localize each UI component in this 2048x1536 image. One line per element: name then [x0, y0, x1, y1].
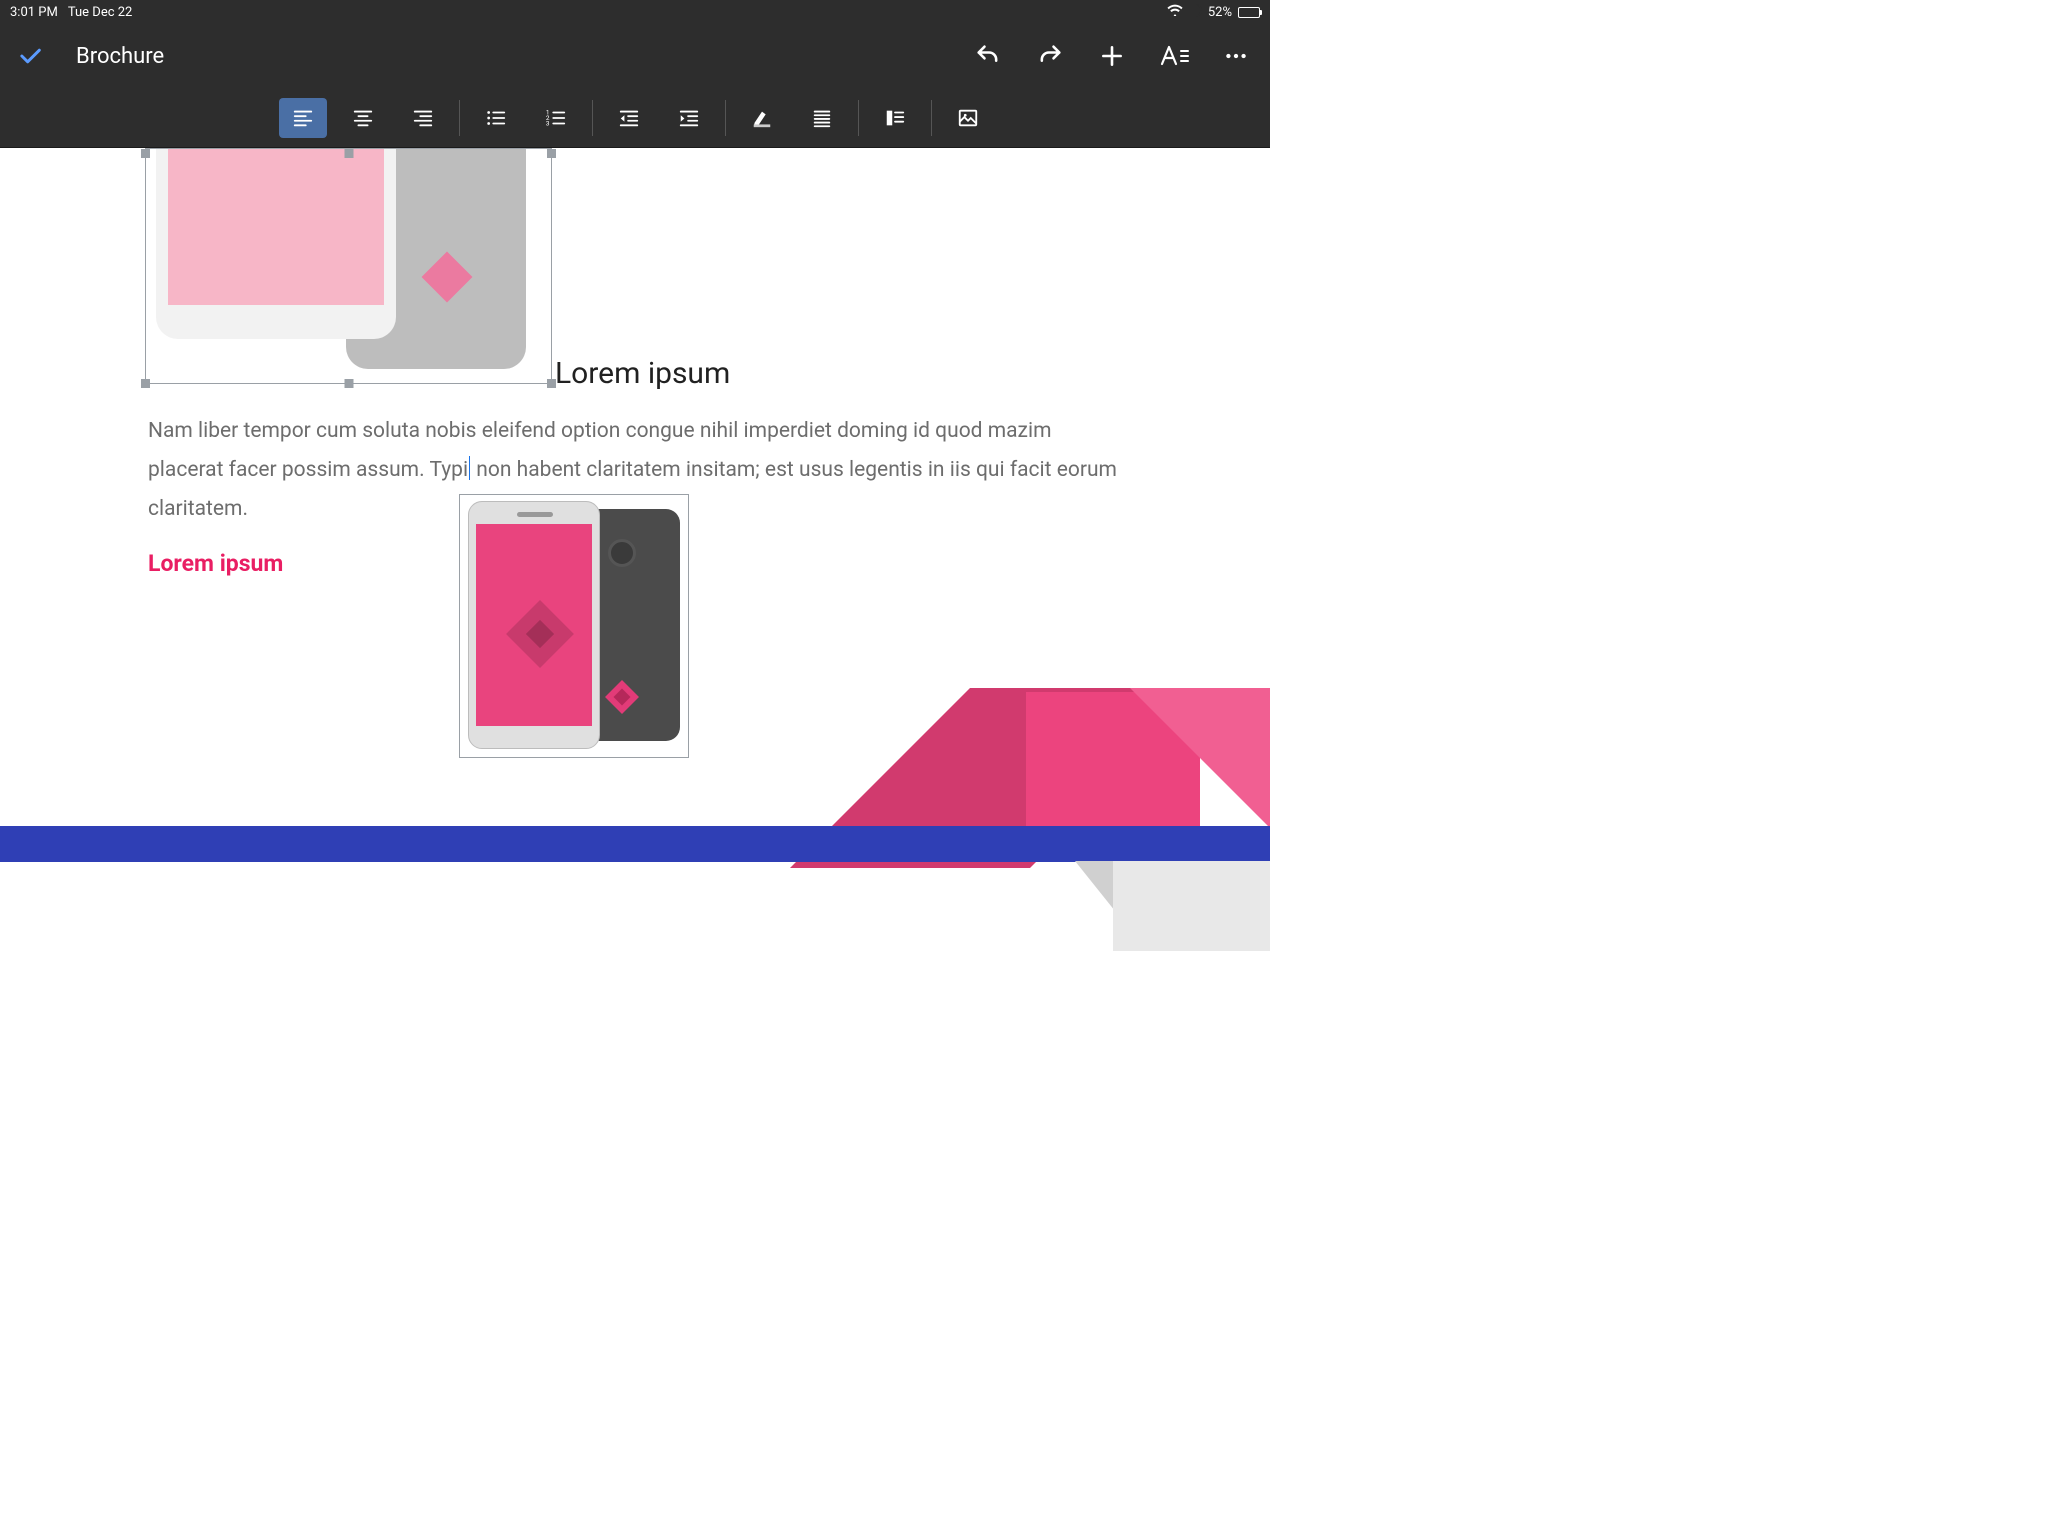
- subheading-text[interactable]: Lorem ipsum: [148, 550, 283, 577]
- more-button[interactable]: [1220, 40, 1252, 72]
- line-spacing-button[interactable]: [798, 98, 846, 138]
- text-format-button[interactable]: [1158, 40, 1190, 72]
- toolbar-separator: [725, 100, 726, 136]
- text-direction-button[interactable]: [871, 98, 919, 138]
- wifi-icon: [1167, 4, 1183, 20]
- format-toolbar: 123: [0, 88, 1270, 148]
- resize-handle[interactable]: [547, 149, 556, 158]
- status-bar: 3:01 PM Tue Dec 22 52%: [0, 0, 1270, 24]
- app-header: Brochure: [0, 24, 1270, 88]
- numbered-list-button[interactable]: 123: [532, 98, 580, 138]
- resize-handle[interactable]: [344, 379, 353, 388]
- undo-button[interactable]: [972, 40, 1004, 72]
- toolbar-separator: [592, 100, 593, 136]
- toolbar-separator: [858, 100, 859, 136]
- toolbar-separator: [931, 100, 932, 136]
- decrease-indent-button[interactable]: [605, 98, 653, 138]
- bullet-list-button[interactable]: [472, 98, 520, 138]
- align-right-button[interactable]: [399, 98, 447, 138]
- done-button[interactable]: [14, 40, 46, 72]
- align-center-button[interactable]: [339, 98, 387, 138]
- insert-button[interactable]: [1096, 40, 1128, 72]
- redo-button[interactable]: [1034, 40, 1066, 72]
- resize-handle[interactable]: [141, 379, 150, 388]
- selected-image[interactable]: [145, 148, 552, 384]
- battery-icon: [1238, 7, 1260, 18]
- battery-pct: 52%: [1208, 5, 1232, 20]
- insert-image-button[interactable]: [944, 98, 992, 138]
- document-canvas[interactable]: Lorem ipsum Nam liber tempor cum soluta …: [0, 148, 1270, 952]
- phone-front-icon: [468, 501, 600, 749]
- resize-handle[interactable]: [344, 149, 353, 158]
- resize-handle[interactable]: [141, 149, 150, 158]
- svg-text:3: 3: [545, 119, 549, 127]
- heading-text[interactable]: Lorem ipsum: [555, 356, 730, 391]
- document-title[interactable]: Brochure: [76, 44, 164, 69]
- phone-camera-icon: [608, 539, 636, 567]
- highlight-color-button[interactable]: [738, 98, 786, 138]
- image-content-faded: [146, 149, 551, 383]
- toolbar-separator: [459, 100, 460, 136]
- text-cursor: [469, 456, 470, 480]
- footer-bar: [0, 826, 1270, 862]
- footer-decor-shadow: [1070, 868, 1270, 952]
- status-date: Tue Dec 22: [68, 5, 133, 20]
- moon-icon: [1189, 4, 1202, 21]
- dragging-image[interactable]: [459, 494, 689, 758]
- status-time: 3:01 PM: [10, 5, 58, 20]
- align-left-button[interactable]: [279, 98, 327, 138]
- increase-indent-button[interactable]: [665, 98, 713, 138]
